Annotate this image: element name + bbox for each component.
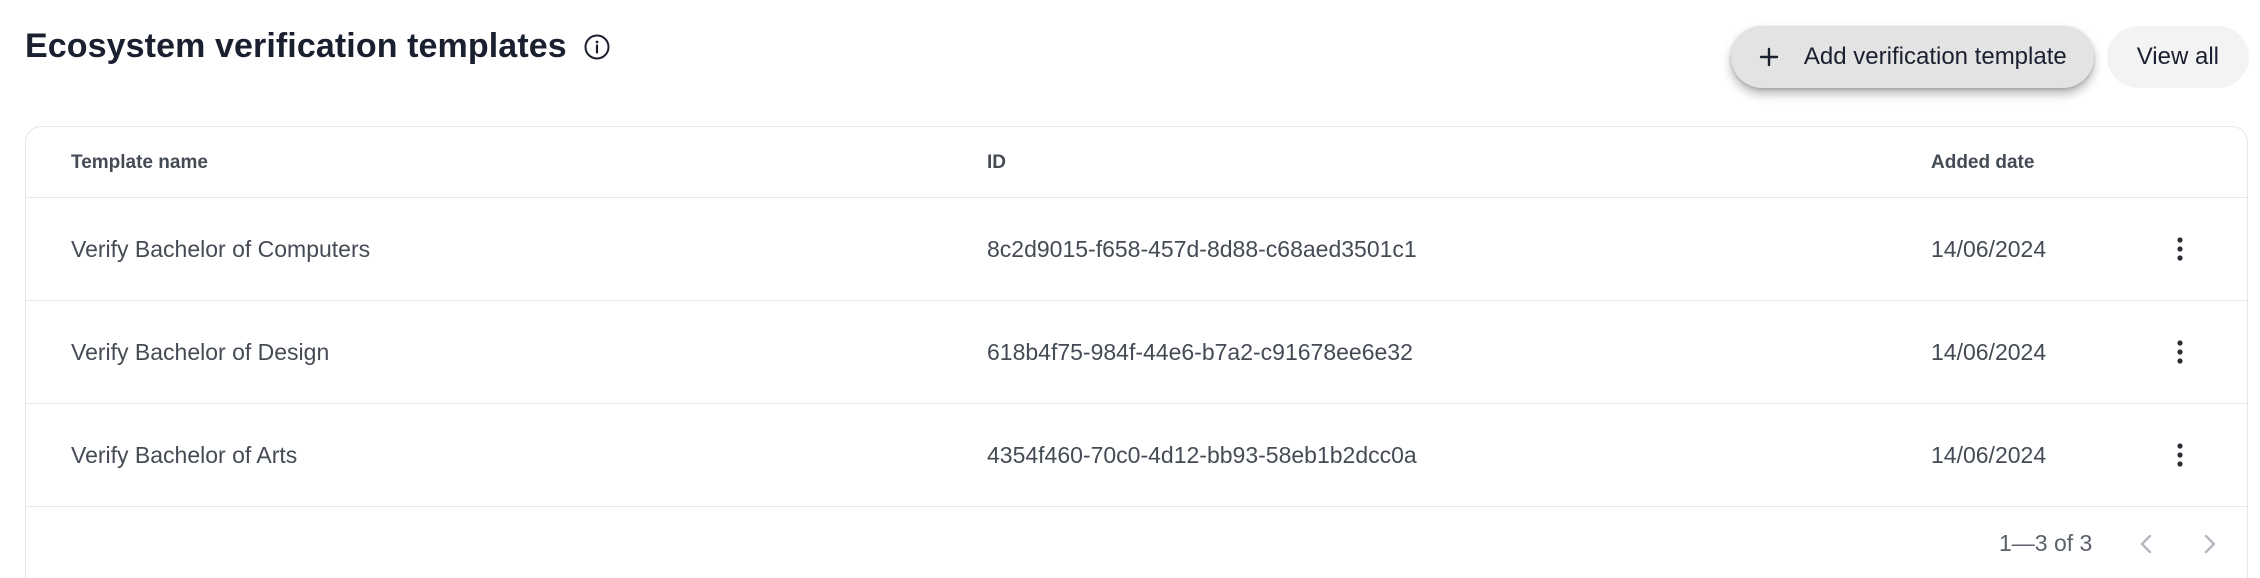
table-row[interactable]: Verify Bachelor of Arts 4354f460-70c0-4d… <box>26 404 2247 507</box>
table-row[interactable]: Verify Bachelor of Computers 8c2d9015-f6… <box>26 198 2247 301</box>
page-title: Ecosystem verification templates <box>25 27 567 65</box>
view-all-button[interactable]: View all <box>2106 26 2249 88</box>
template-id-cell: 618b4f75-984f-44e6-b7a2-c91678ee6e32 <box>987 339 1413 365</box>
header-actions: Add verification template View all <box>1730 26 2249 88</box>
column-header-id: ID <box>987 152 1006 173</box>
column-header-added-date: Added date <box>1931 152 2035 173</box>
template-name-cell: Verify Bachelor of Design <box>71 339 330 365</box>
page: Ecosystem verification templates Add ver… <box>0 0 2260 578</box>
added-date-cell: 14/06/2024 <box>1931 339 2047 365</box>
chevron-right-icon[interactable] <box>2194 528 2226 560</box>
view-all-label: View all <box>2136 43 2219 70</box>
title-group: Ecosystem verification templates <box>25 27 611 66</box>
template-id-cell: 4354f460-70c0-4d12-bb93-58eb1b2dcc0a <box>987 442 1417 468</box>
table-header: Template name ID Added date <box>26 127 2247 198</box>
template-id-cell: 8c2d9015-f658-457d-8d88-c68aed3501c1 <box>987 236 1417 262</box>
pagination: 1—3 of 3 <box>26 507 2247 578</box>
section-header: Ecosystem verification templates Add ver… <box>0 0 2260 110</box>
table-row[interactable]: Verify Bachelor of Design 618b4f75-984f-… <box>26 301 2247 404</box>
template-name-cell: Verify Bachelor of Arts <box>71 442 298 468</box>
templates-table: Template name ID Added date Verify Bache… <box>25 126 2248 578</box>
more-vertical-icon[interactable] <box>2165 234 2195 264</box>
more-vertical-icon[interactable] <box>2165 337 2195 367</box>
pagination-range: 1—3 of 3 <box>1999 530 2093 556</box>
chevron-left-icon[interactable] <box>2130 528 2162 560</box>
column-header-template-name: Template name <box>71 152 208 173</box>
more-vertical-icon[interactable] <box>2165 440 2195 470</box>
add-verification-template-label: Add verification template <box>1803 43 2067 70</box>
added-date-cell: 14/06/2024 <box>1931 442 2047 468</box>
plus-icon <box>1758 46 1780 68</box>
added-date-cell: 14/06/2024 <box>1931 236 2047 262</box>
add-verification-template-button[interactable]: Add verification template <box>1730 26 2094 88</box>
info-circle-icon[interactable] <box>583 33 611 61</box>
template-name-cell: Verify Bachelor of Computers <box>71 236 371 262</box>
